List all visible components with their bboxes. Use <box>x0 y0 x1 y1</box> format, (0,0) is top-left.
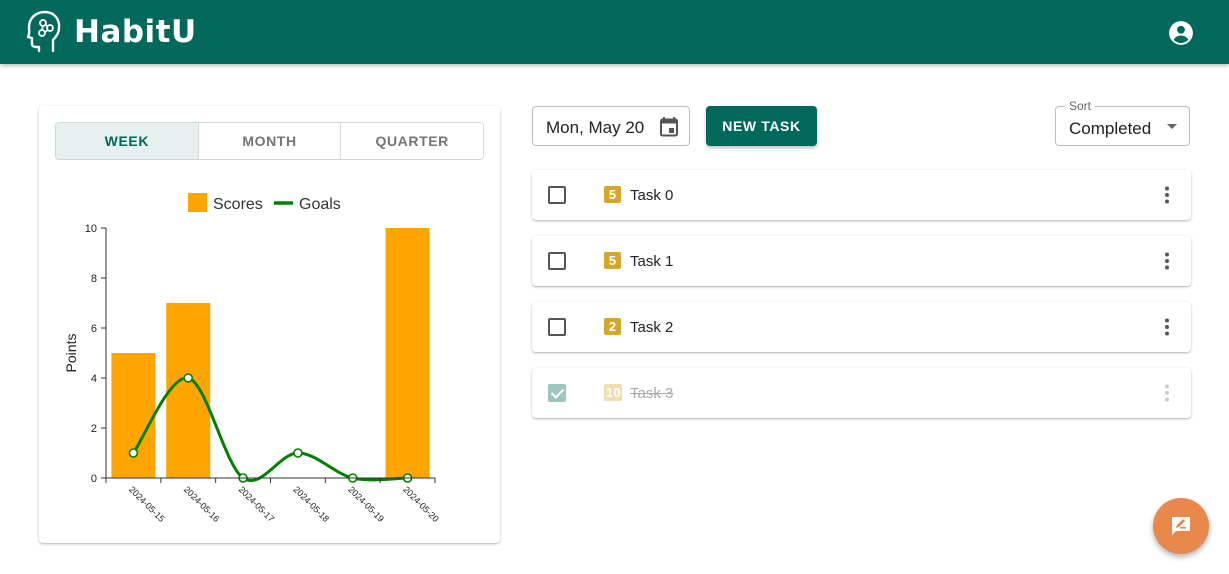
goal-point <box>183 373 194 383</box>
date-value: Mon, May 20 <box>546 118 645 137</box>
task-item-completed[interactable]: 10 Task 3 <box>532 368 1191 418</box>
score-bar <box>385 228 430 478</box>
x-tick-label: 2024-05-20 <box>401 484 441 524</box>
x-tick-label: 2024-05-17 <box>237 484 277 524</box>
more-vert-icon[interactable] <box>1157 185 1177 205</box>
y-tick-label: 8 <box>91 273 97 285</box>
account-circle-icon[interactable] <box>1168 20 1194 46</box>
toggle-month[interactable]: MONTH <box>198 123 342 159</box>
task-item[interactable]: 5 Task 0 <box>532 170 1191 220</box>
legend-label-goals: Goals <box>299 196 341 213</box>
legend-swatch-scores <box>188 193 207 212</box>
new-task-button[interactable]: NEW TASK <box>706 106 817 146</box>
more-vert-icon[interactable] <box>1157 383 1177 403</box>
task-checkbox[interactable] <box>548 252 566 270</box>
x-tick-label: 2024-05-15 <box>127 484 167 524</box>
toggle-week[interactable]: WEEK <box>56 123 199 159</box>
y-axis-label: Points <box>63 334 79 373</box>
x-axis: 2024-05-15 2024-05-16 2024-05-17 2024-05-18… <box>105 477 441 524</box>
date-picker-field[interactable]: Mon, May 20 <box>532 106 690 146</box>
feedback-icon <box>1172 517 1190 535</box>
chevron-down-icon <box>1167 124 1177 129</box>
task-points-badge: 10 <box>604 384 623 401</box>
task-points-badge: 2 <box>604 318 621 335</box>
app-bar: HabitU <box>0 0 1229 64</box>
x-tick-label: 2024-05-16 <box>182 484 222 524</box>
task-points-badge: 5 <box>604 186 621 203</box>
task-name: Task 2 <box>630 319 674 336</box>
task-checkbox[interactable] <box>548 186 566 204</box>
chart-legend: Scores Goals <box>188 193 341 213</box>
goal-point <box>128 448 139 458</box>
legend-label-scores: Scores <box>213 196 263 213</box>
more-vert-icon[interactable] <box>1157 317 1177 337</box>
y-tick-label: 2 <box>91 423 97 435</box>
task-name: Task 1 <box>630 253 674 270</box>
brain-head-icon <box>26 10 61 53</box>
score-bar <box>111 353 156 478</box>
task-item[interactable]: 2 Task 2 <box>532 302 1191 352</box>
period-toggle: WEEK MONTH QUARTER <box>55 122 484 160</box>
goal-point <box>293 448 303 458</box>
x-tick-label: 2024-05-18 <box>292 484 332 524</box>
sort-value: Completed <box>1069 119 1152 138</box>
y-tick-label: 4 <box>91 373 97 385</box>
y-tick-label: 10 <box>85 223 97 235</box>
sort-label: Sort <box>1065 99 1096 113</box>
x-tick-label: 2024-05-19 <box>346 484 386 524</box>
feedback-fab-button[interactable] <box>1153 498 1209 554</box>
task-name: Task 3 <box>630 385 674 402</box>
task-checkbox-checked[interactable] <box>548 384 566 402</box>
task-item[interactable]: 5 Task 1 <box>532 236 1191 286</box>
app-title: HabitU <box>74 14 197 50</box>
toggle-quarter[interactable]: QUARTER <box>341 123 483 159</box>
stats-card: WEEK MONTH QUARTER Scores Goals 0 2 4 6 8 10 Po… <box>39 106 500 543</box>
y-axis: 0 2 4 6 8 10 Points <box>63 223 107 485</box>
sort-select[interactable]: Sort Completed <box>1055 99 1190 146</box>
task-name: Task 0 <box>630 187 674 204</box>
points-chart: Scores Goals 0246810Points 2024-05-15 2024… <box>63 193 441 524</box>
score-bar <box>166 303 211 478</box>
y-tick-label: 6 <box>91 323 97 335</box>
calendar-icon[interactable] <box>657 115 681 139</box>
more-vert-icon[interactable] <box>1157 251 1177 271</box>
task-checkbox[interactable] <box>548 318 566 336</box>
score-bars <box>111 228 430 478</box>
task-points-badge: 5 <box>604 252 621 269</box>
y-tick-label: 0 <box>91 473 97 485</box>
